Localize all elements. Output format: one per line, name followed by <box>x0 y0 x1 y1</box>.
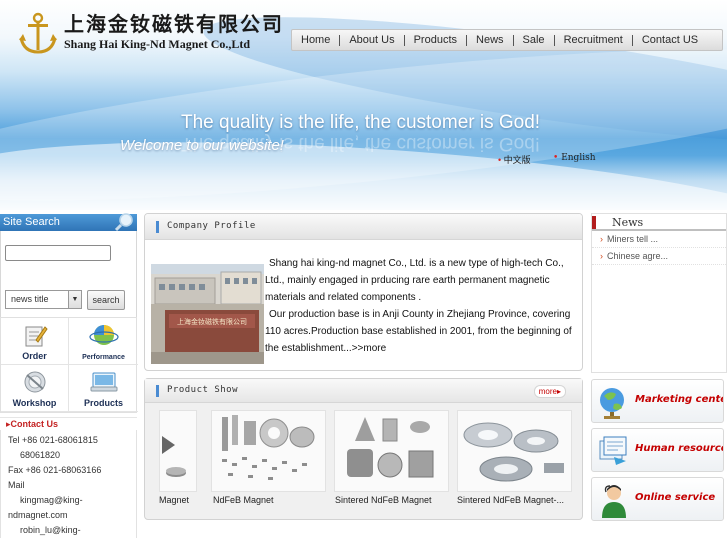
header-accent-bar <box>156 385 159 397</box>
site-search-panel: news title ▼ search <box>0 231 137 317</box>
news-header: News <box>592 214 726 231</box>
documents-icon <box>599 436 627 465</box>
chevron-right-icon: › <box>600 234 603 244</box>
product-image <box>463 422 564 482</box>
company-name-cn: 上海金钕磁铁有限公司 <box>64 12 284 36</box>
company-profile-panel: Company Profile 上海金钕磁铁有限公司 Shang hai kin… <box>144 213 583 371</box>
product-show-panel: Product Show more▸ Magnet NdFeB Magnet S… <box>144 378 583 520</box>
nav-home[interactable]: Home <box>292 30 339 50</box>
contact-tel-2: 68061820 <box>20 450 61 460</box>
language-chinese-link[interactable]: • 中文版 <box>498 153 531 166</box>
contact-us-header: ▸Contact Us <box>0 417 137 430</box>
contact-tel: Tel +86 021-68061815 <box>8 435 98 445</box>
search-button[interactable]: search <box>87 290 125 310</box>
product-label[interactable]: Sintered NdFeB Magnet <box>335 495 432 505</box>
quick-link-label: Performance <box>82 354 125 361</box>
header-banner: 上海金钕磁铁有限公司 Shang Hai King-Nd Magnet Co.,… <box>0 0 727 210</box>
news-item-label: Chinese agre... <box>607 251 669 261</box>
quick-link-label: Products <box>83 398 123 408</box>
service-label: Human resources <box>635 443 724 454</box>
contact-fax: Fax +86 021-68063166 <box>8 465 102 475</box>
quick-link-label: Workshop <box>12 398 57 408</box>
service-label: Online service <box>635 492 716 503</box>
quick-links: Order Performance Workshop Products <box>0 317 138 413</box>
quick-link-workshop[interactable]: Workshop <box>1 365 69 412</box>
quick-link-label: Order <box>22 351 47 361</box>
product-show-title: Product Show <box>167 385 239 395</box>
chevron-down-icon: ▼ <box>68 291 81 308</box>
contact-mail-1[interactable]: kingmag@king- <box>8 493 136 508</box>
products-icon <box>90 372 117 392</box>
contact-mail-1-domain[interactable]: ndmagnet.com <box>8 508 136 523</box>
online-service-button[interactable]: Online service <box>591 477 724 521</box>
site-logo[interactable]: 上海金钕磁铁有限公司 Shang Hai King-Nd Magnet Co.,… <box>18 12 284 56</box>
search-type-select[interactable]: news title ▼ <box>5 290 82 309</box>
order-icon <box>25 326 48 347</box>
nav-products[interactable]: Products <box>405 30 466 50</box>
news-panel: News › Miners tell ... › Chinese agre... <box>591 213 727 373</box>
magnifier-icon <box>115 213 133 232</box>
performance-icon <box>88 325 119 345</box>
nav-contact-us[interactable]: Contact US <box>633 30 707 50</box>
search-type-value: news title <box>11 294 49 304</box>
product-label[interactable]: Sintered NdFeB Magnet-... <box>457 495 564 505</box>
language-chinese-label: 中文版 <box>503 155 531 165</box>
product-card-sintered-ndfeb-2[interactable] <box>457 410 572 492</box>
contact-mail-label: Mail <box>8 480 25 490</box>
contact-us-title: Contact Us <box>10 419 59 429</box>
quick-link-performance[interactable]: Performance <box>69 318 138 365</box>
more-products-button[interactable]: more▸ <box>533 385 566 398</box>
product-image <box>347 417 434 478</box>
company-profile-title: Company Profile <box>167 221 256 231</box>
nav-recruitment[interactable]: Recruitment <box>555 30 632 50</box>
search-input[interactable] <box>5 245 111 261</box>
support-person-icon <box>602 485 626 518</box>
contact-info: Tel +86 021-68061815 68061820 Fax +86 02… <box>0 430 137 538</box>
product-label[interactable]: Magnet <box>159 495 189 505</box>
news-title: News <box>612 216 644 229</box>
profile-paragraph-1: Shang hai king-nd magnet Co., Ltd. is a … <box>265 258 564 303</box>
main-nav: Home About Us Products News Sale Recruit… <box>291 29 723 51</box>
news-accent-bar <box>592 216 596 229</box>
play-icon <box>162 436 175 454</box>
service-label: Marketing center <box>635 394 724 405</box>
more-label: more <box>538 387 557 396</box>
company-building-photo: 上海金钕磁铁有限公司 <box>151 264 264 364</box>
language-english-label: English <box>561 153 596 163</box>
nav-sale[interactable]: Sale <box>514 30 554 50</box>
banner-welcome: Welcome to our website! <box>120 137 284 154</box>
product-card-sintered-ndfeb[interactable] <box>334 410 449 492</box>
language-english-link[interactable]: • English <box>553 153 596 163</box>
building-sign-text: 上海金钕磁铁有限公司 <box>177 317 247 326</box>
human-resources-button[interactable]: Human resources <box>591 428 724 472</box>
left-sidebar: Site Search news title ▼ search Order Pe… <box>0 213 138 538</box>
header-accent-bar <box>156 221 159 233</box>
banner-slogan: The quality is the life, the customer is… <box>181 112 541 133</box>
globe-icon <box>600 388 624 419</box>
nav-about-us[interactable]: About Us <box>340 30 403 50</box>
product-show-header: Product Show more▸ <box>145 379 582 403</box>
marketing-center-button[interactable]: Marketing center <box>591 379 724 423</box>
product-image <box>222 415 315 480</box>
site-search-title: Site Search <box>3 216 60 228</box>
workshop-icon <box>24 371 45 393</box>
site-search-header: Site Search <box>0 213 137 232</box>
chevron-right-icon: › <box>600 251 603 261</box>
company-name-en: Shang Hai King-Nd Magnet Co.,Ltd <box>64 37 251 51</box>
quick-link-products[interactable]: Products <box>69 365 138 412</box>
news-item[interactable]: › Chinese agre... <box>592 248 726 265</box>
company-profile-text: Shang hai king-nd magnet Co., Ltd. is a … <box>265 255 575 357</box>
nav-news[interactable]: News <box>467 30 513 50</box>
news-item[interactable]: › Miners tell ... <box>592 231 726 248</box>
product-card-magnet[interactable] <box>159 410 197 492</box>
product-card-ndfeb[interactable] <box>211 410 326 492</box>
news-item-label: Miners tell ... <box>607 234 659 244</box>
profile-paragraph-2[interactable]: Our production base is in Anji County in… <box>265 306 575 357</box>
company-profile-header: Company Profile <box>145 214 582 240</box>
contact-mail-2[interactable]: robin_lu@king- <box>8 523 136 538</box>
quick-link-order[interactable]: Order <box>1 318 69 365</box>
product-label[interactable]: NdFeB Magnet <box>213 495 274 505</box>
anchor-icon <box>19 12 57 54</box>
